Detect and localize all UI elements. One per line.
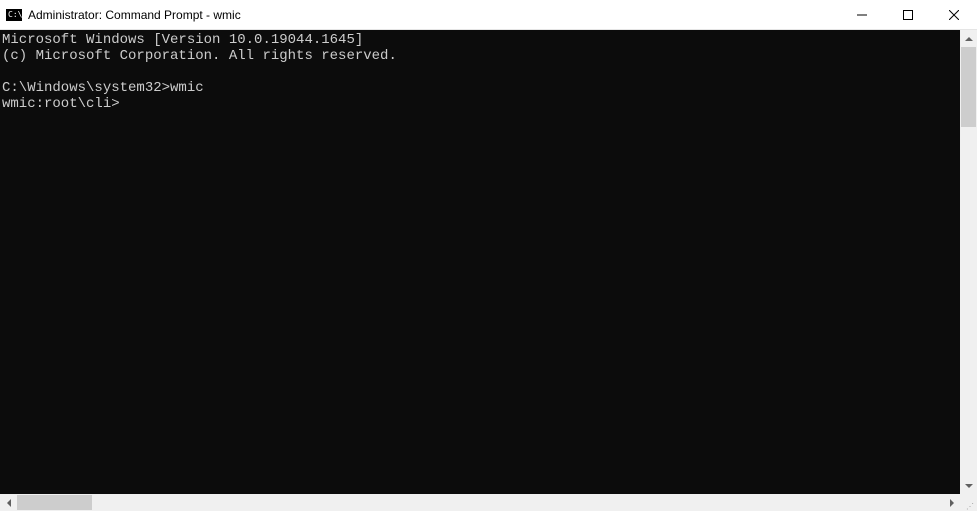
scroll-down-arrow-icon[interactable] bbox=[960, 477, 977, 494]
vertical-scrollbar[interactable] bbox=[960, 30, 977, 494]
scroll-right-arrow-icon[interactable] bbox=[943, 494, 960, 511]
window-title: Administrator: Command Prompt - wmic bbox=[28, 8, 839, 22]
scroll-up-arrow-icon[interactable] bbox=[960, 30, 977, 47]
titlebar[interactable]: C:\ Administrator: Command Prompt - wmic bbox=[0, 0, 977, 30]
maximize-button[interactable] bbox=[885, 0, 931, 29]
horizontal-scroll-track[interactable] bbox=[17, 494, 943, 511]
console-line: C:\Windows\system32>wmic bbox=[2, 80, 204, 96]
console-line: Microsoft Windows [Version 10.0.19044.16… bbox=[2, 32, 363, 48]
console-line: wmic:root\cli> bbox=[2, 96, 120, 112]
svg-text:C:\: C:\ bbox=[8, 10, 22, 19]
console-area: Microsoft Windows [Version 10.0.19044.16… bbox=[0, 30, 977, 494]
window-controls bbox=[839, 0, 977, 29]
console-line: (c) Microsoft Corporation. All rights re… bbox=[2, 48, 397, 64]
horizontal-scrollbar[interactable]: ⋰ bbox=[0, 494, 977, 511]
horizontal-scroll-thumb[interactable] bbox=[17, 495, 92, 510]
cmd-icon: C:\ bbox=[6, 7, 22, 23]
resize-grip[interactable]: ⋰ bbox=[960, 494, 977, 511]
console-output[interactable]: Microsoft Windows [Version 10.0.19044.16… bbox=[0, 30, 960, 494]
minimize-button[interactable] bbox=[839, 0, 885, 29]
vertical-scroll-thumb[interactable] bbox=[961, 47, 976, 127]
scroll-left-arrow-icon[interactable] bbox=[0, 494, 17, 511]
vertical-scroll-track[interactable] bbox=[960, 47, 977, 477]
grip-icon: ⋰ bbox=[966, 504, 975, 509]
close-button[interactable] bbox=[931, 0, 977, 29]
